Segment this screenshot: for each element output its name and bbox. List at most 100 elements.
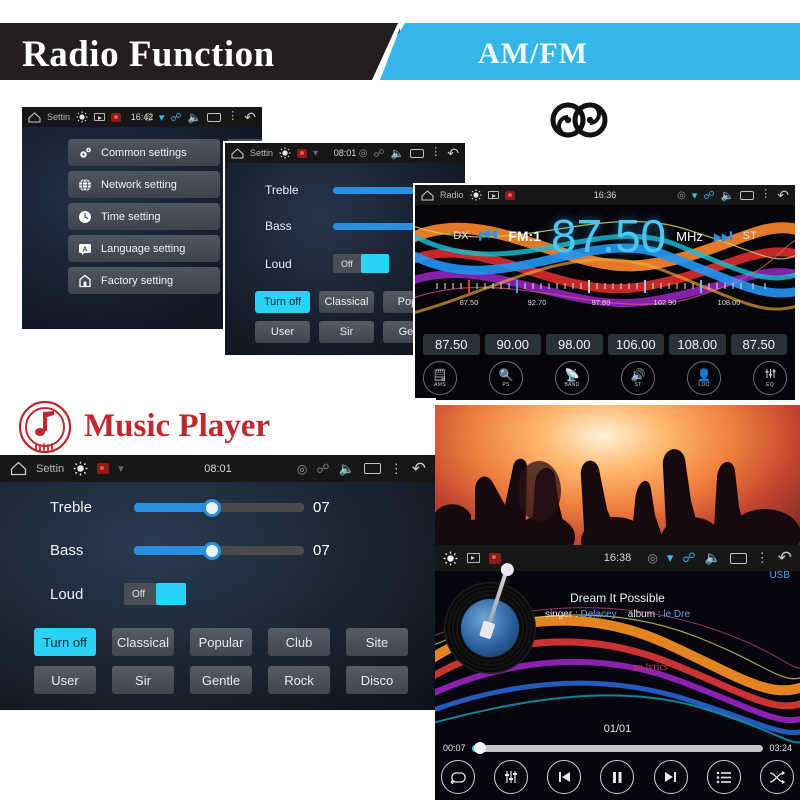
next-button[interactable] [653, 760, 688, 794]
recents-icon[interactable] [740, 190, 755, 200]
ams-button[interactable]: 🗒 AMS [423, 361, 457, 395]
preset-user[interactable]: User [255, 321, 310, 343]
play-icon[interactable] [94, 113, 106, 121]
recents-icon[interactable] [207, 112, 222, 122]
more-icon[interactable]: ⋮ [760, 189, 771, 200]
band-button[interactable]: 📡 BAND [555, 361, 589, 395]
statusbar-time: 16:36 [593, 190, 617, 200]
scale-tick-label: 87.50 [459, 298, 479, 307]
bass-slider[interactable] [134, 541, 304, 560]
preset-station-1[interactable]: 87.50 [423, 334, 480, 355]
settings-item-label: Time setting [101, 210, 161, 223]
equalizer-button[interactable] [494, 760, 529, 794]
preset-popular[interactable]: Popular [190, 628, 252, 656]
record-icon[interactable] [297, 148, 308, 158]
preset-site[interactable]: Site [346, 628, 408, 656]
preset-disco[interactable]: Disco [346, 666, 408, 694]
record-icon[interactable] [489, 552, 501, 564]
volume-icon[interactable]: 🔈 [391, 147, 405, 160]
preset-turn-off[interactable]: Turn off [34, 628, 96, 656]
play-icon[interactable] [467, 553, 480, 563]
more-icon[interactable]: ⋮ [390, 462, 403, 475]
loud-toggle[interactable]: Off [333, 254, 389, 273]
progress-knob[interactable] [474, 742, 487, 754]
home-icon[interactable] [10, 461, 27, 476]
previous-station-icon[interactable]: ⏮ [479, 225, 499, 247]
home-icon[interactable] [421, 189, 434, 201]
record-icon[interactable] [111, 112, 122, 122]
volume-icon[interactable]: 🔈 [721, 189, 735, 202]
volume-icon[interactable]: 🔈 [339, 461, 355, 477]
factory-icon [78, 274, 92, 288]
preset-sir[interactable]: Sir [319, 321, 374, 343]
home-icon[interactable] [28, 111, 41, 123]
recents-icon[interactable] [410, 148, 425, 158]
volume-icon[interactable]: 🔈 [188, 111, 202, 124]
preset-gentle[interactable]: Gentle [190, 666, 252, 694]
recents-icon[interactable] [729, 552, 747, 564]
elapsed-time: 00:07 [443, 743, 466, 753]
volume-icon[interactable]: 🔈 [705, 550, 721, 566]
lyrics-status: no lyrics [633, 662, 668, 673]
back-icon[interactable]: ↶ [777, 187, 789, 204]
progress-slider[interactable] [471, 742, 764, 754]
ps-button[interactable]: 🔍 PS [489, 361, 523, 395]
previous-button[interactable] [547, 760, 582, 794]
pause-button[interactable] [600, 760, 635, 794]
preset-classical[interactable]: Classical [319, 291, 374, 313]
loc-button[interactable]: 👤 LOC [687, 361, 721, 395]
preset-station-2[interactable]: 90.00 [484, 334, 541, 355]
radio-function-bar: 🗒 AMS 🔍 PS 📡 BAND 🔊 ST 👤 LOC EQ [423, 361, 787, 395]
eq-button[interactable]: EQ [753, 361, 787, 395]
loud-toggle[interactable]: Off [124, 583, 186, 605]
preset-station-6[interactable]: 87.50 [730, 334, 787, 355]
frequency-scale[interactable]: 87.50 92.70 97.80 102.90 108.00 [433, 280, 777, 314]
loud-toggle-knob[interactable] [156, 583, 186, 605]
bass-slider-knob[interactable] [203, 541, 222, 560]
record-icon[interactable] [97, 463, 110, 474]
next-station-icon[interactable]: ⏭ [713, 225, 733, 247]
preset-station-3[interactable]: 98.00 [546, 334, 603, 355]
repeat-button[interactable] [441, 760, 475, 794]
preset-turn-off[interactable]: Turn off [255, 291, 310, 313]
preset-station-4[interactable]: 106.00 [607, 334, 664, 355]
brightness-icon[interactable] [76, 111, 88, 123]
more-icon[interactable]: ⋮ [227, 111, 238, 122]
back-icon[interactable]: ↶ [447, 145, 459, 162]
back-icon[interactable]: ↶ [244, 109, 256, 126]
preset-club[interactable]: Club [268, 628, 330, 656]
st-button[interactable]: 🔊 ST [621, 361, 655, 395]
settings-item-language[interactable]: A Language setting [68, 235, 220, 262]
treble-slider-knob[interactable] [203, 498, 222, 517]
play-icon[interactable] [487, 191, 499, 199]
ps-icon: 🔍 [498, 367, 514, 382]
audio-settings-screen: Settin ▾ 08:01 ◎ ☍ 🔈 ⋮ ↶ Treble 07 Bass … [0, 455, 436, 710]
settings-item-common[interactable]: Common settings [68, 139, 220, 166]
preset-station-5[interactable]: 108.00 [669, 334, 726, 355]
brightness-icon[interactable] [279, 147, 291, 159]
preset-user[interactable]: User [34, 666, 96, 694]
settings-item-network[interactable]: Network setting [68, 171, 220, 198]
loud-toggle-knob[interactable] [361, 254, 389, 273]
shuffle-button[interactable] [759, 760, 794, 794]
brightness-icon[interactable] [443, 551, 458, 566]
preset-sir[interactable]: Sir [112, 666, 174, 694]
brightness-icon[interactable] [73, 461, 88, 476]
record-icon[interactable] [504, 190, 515, 200]
home-icon[interactable] [231, 147, 244, 159]
radio-statusbar: Radio 16:36 ◎ ▾ ☍ 🔈 ⋮ ↶ [415, 185, 795, 205]
treble-slider[interactable] [134, 498, 304, 517]
brightness-icon[interactable] [470, 189, 482, 201]
wifi-icon: ▾ [691, 189, 698, 202]
stereo-icon: 🔊 [630, 367, 646, 382]
preset-rock[interactable]: Rock [268, 666, 330, 694]
back-icon[interactable]: ↶ [778, 548, 792, 568]
settings-item-factory[interactable]: Factory setting [68, 267, 220, 294]
settings-item-time[interactable]: Time setting [68, 203, 220, 230]
back-icon[interactable]: ↶ [412, 459, 426, 479]
more-icon[interactable]: ⋮ [430, 147, 441, 158]
playlist-button[interactable] [706, 760, 741, 794]
more-icon[interactable]: ⋮ [756, 551, 769, 564]
preset-classical[interactable]: Classical [112, 628, 174, 656]
recents-icon[interactable] [363, 463, 381, 474]
